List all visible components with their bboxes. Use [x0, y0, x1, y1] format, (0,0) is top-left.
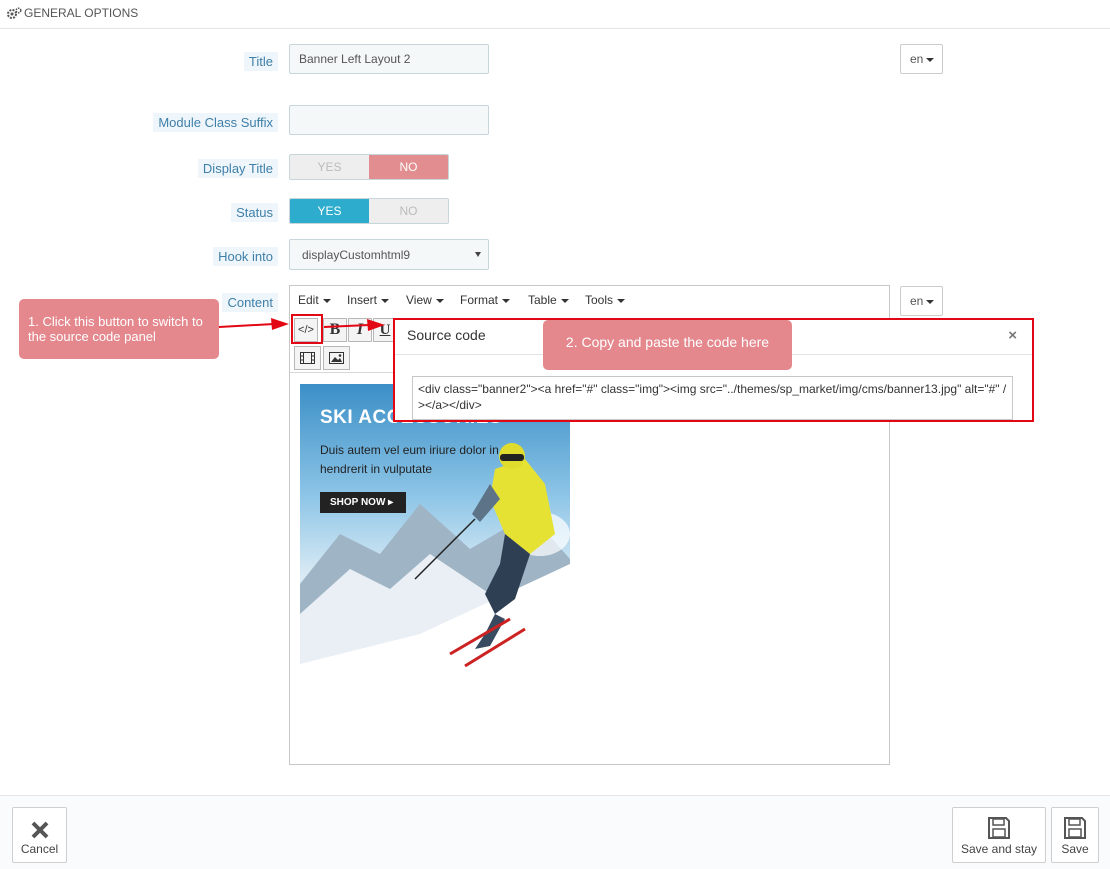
ski-banner-image: SKI ACCESSORIES Duis autem vel eum iriur… — [300, 384, 570, 703]
callout-step-1: 1. Click this button to switch to the so… — [19, 299, 219, 359]
image-icon — [329, 352, 344, 364]
callout-step-2: 2. Copy and paste the code here — [543, 320, 792, 370]
floppy-disk-icon — [988, 817, 1010, 839]
caret-down-icon — [926, 299, 935, 304]
save-label: Save — [1061, 842, 1089, 856]
menu-edit[interactable]: Edit — [298, 293, 331, 307]
menu-tools[interactable]: Tools — [585, 293, 626, 307]
suffix-label: Module Class Suffix — [153, 113, 278, 132]
cancel-button[interactable]: Cancel — [12, 807, 67, 863]
status-no-option[interactable]: NO — [369, 199, 448, 223]
menu-view[interactable]: View — [406, 293, 444, 307]
close-icon — [31, 821, 48, 839]
menu-format[interactable]: Format — [460, 293, 511, 307]
insert-image-button[interactable] — [323, 346, 350, 370]
status-switch[interactable]: YES NO — [289, 198, 449, 224]
menu-insert[interactable]: Insert — [347, 293, 390, 307]
editor-menubar: Edit Insert View Format Table Tools — [290, 286, 889, 314]
source-code-textarea[interactable]: <div class="banner2"><a href="#" class="… — [412, 376, 1013, 420]
status-yes-option[interactable]: YES — [290, 199, 369, 223]
menu-table[interactable]: Table — [528, 293, 569, 307]
title-input[interactable]: Banner Left Layout 2 — [289, 44, 489, 74]
save-button[interactable]: Save — [1051, 807, 1099, 863]
hook-label: Hook into — [213, 247, 278, 266]
content-language-value: en — [910, 294, 924, 308]
title-language-dropdown[interactable]: en — [900, 44, 943, 74]
cancel-label: Cancel — [20, 842, 59, 856]
status-label: Status — [231, 203, 278, 222]
title-label: Title — [243, 52, 278, 71]
floppy-disk-icon — [1064, 817, 1086, 839]
select-arrow-icon — [475, 252, 481, 257]
title-language-value: en — [910, 52, 924, 66]
form-footer: Cancel Save and stay Save — [0, 795, 1110, 869]
ski-scene — [300, 443, 570, 703]
content-label: Content — [222, 293, 278, 312]
display-title-yes-option[interactable]: YES — [290, 155, 369, 179]
save-and-stay-label: Save and stay — [960, 842, 1038, 856]
caret-down-icon — [926, 57, 935, 62]
source-button-highlight — [291, 314, 323, 344]
save-and-stay-button[interactable]: Save and stay — [952, 807, 1046, 863]
content-language-dropdown[interactable]: en — [900, 286, 943, 316]
panel-title: GENERAL OPTIONS — [24, 6, 139, 20]
dialog-title: Source code — [407, 327, 486, 343]
hook-select[interactable]: displayCustomhtml9 — [289, 239, 489, 270]
panel-header: GENERAL OPTIONS — [0, 0, 1110, 29]
suffix-input[interactable] — [289, 105, 489, 135]
display-title-switch[interactable]: YES NO — [289, 154, 449, 180]
display-title-no-option[interactable]: NO — [369, 155, 448, 179]
display-title-label: Display Title — [197, 159, 278, 178]
close-icon[interactable]: × — [1008, 327, 1017, 344]
hook-select-value: displayCustomhtml9 — [302, 248, 411, 262]
film-icon — [300, 352, 315, 364]
banner-shop-button: SHOP NOW ▸ — [320, 492, 406, 513]
banner-text: Duis autem vel eum iriure dolor in hendr… — [320, 443, 499, 476]
gears-icon — [7, 7, 22, 19]
insert-media-button[interactable] — [294, 346, 321, 370]
